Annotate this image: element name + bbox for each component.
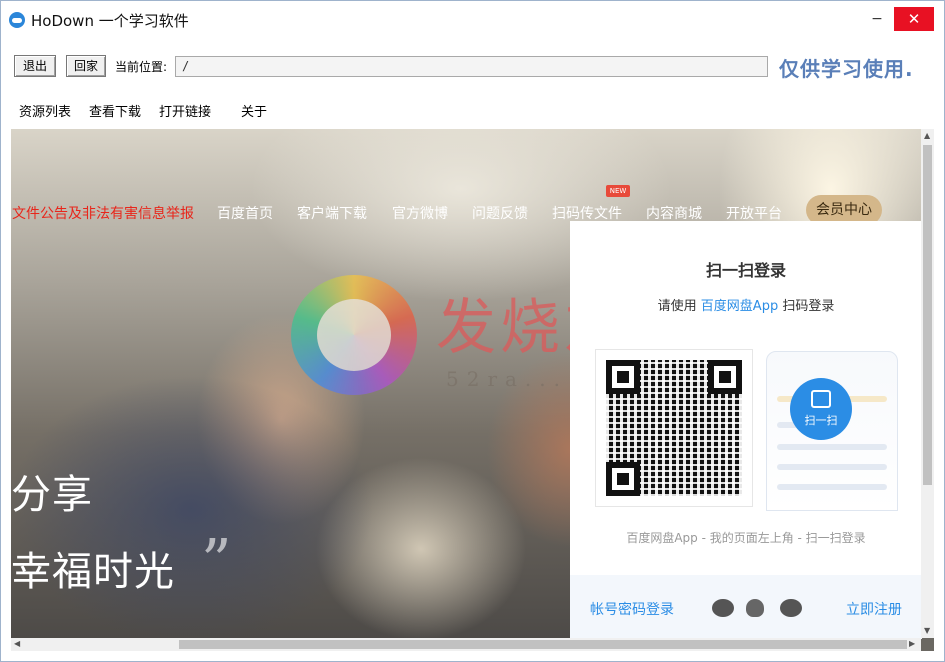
nav-official-weibo[interactable]: 官方微博 <box>392 203 448 223</box>
register-link[interactable]: 立即注册 <box>846 599 902 619</box>
vertical-scrollbar[interactable]: ▲ ▼ <box>921 129 934 638</box>
nav-report-link[interactable]: 文件公告及非法有害信息举报 <box>12 203 194 223</box>
login-bottom-bar: 帐号密码登录 立即注册 <box>570 575 922 639</box>
login-hint-prefix: 请使用 <box>657 299 701 314</box>
horizontal-scroll-thumb[interactable] <box>179 640 907 649</box>
nav-client-download[interactable]: 客户端下载 <box>297 203 367 223</box>
home-button[interactable]: 回家 <box>66 55 106 77</box>
scan-badge: 扫一扫 <box>790 378 852 440</box>
scan-label: 扫一扫 <box>804 414 838 427</box>
phone-row <box>777 464 887 470</box>
login-instructions: 百度网盘App - 我的页面左上角 - 扫一扫登录 <box>626 531 866 545</box>
login-hint-suffix: 扫码登录 <box>778 299 835 314</box>
web-view[interactable]: 文件公告及非法有害信息举报 百度首页 客户端下载 官方微博 问题反馈 扫码传文件… <box>11 129 934 651</box>
menu-open-link[interactable]: 打开链接 <box>159 101 211 120</box>
slogan-line1: 分享 <box>11 472 93 518</box>
scroll-down-icon[interactable]: ▼ <box>924 626 930 635</box>
wechat-icon[interactable] <box>780 599 802 617</box>
qr-finder <box>606 462 640 496</box>
phone-row <box>777 484 887 490</box>
quote-mark: ” <box>201 527 232 597</box>
app-window: HoDown 一个学习软件 − ✕ 退出 回家 当前位置: / 仅供学习使用. … <box>0 0 945 662</box>
account-login-link[interactable]: 帐号密码登录 <box>590 599 674 619</box>
menu-resource-list[interactable]: 资源列表 <box>19 101 71 120</box>
horizontal-scrollbar[interactable]: ◀ ▶ <box>11 638 921 651</box>
vertical-scroll-thumb[interactable] <box>923 145 932 485</box>
title-bar: HoDown 一个学习软件 − ✕ <box>1 1 944 39</box>
exit-button[interactable]: 退出 <box>14 55 56 77</box>
forum-logo-icon <box>291 275 417 395</box>
scroll-right-icon[interactable]: ▶ <box>909 639 915 648</box>
qr-finder <box>708 360 742 394</box>
window-title: HoDown 一个学习软件 <box>31 12 189 30</box>
nav-open-platform[interactable]: 开放平台 <box>726 203 782 223</box>
qr-code-box <box>595 349 753 507</box>
login-title: 扫一扫登录 <box>705 261 786 280</box>
qr-code-icon <box>606 360 742 496</box>
nav-feedback[interactable]: 问题反馈 <box>472 203 528 223</box>
login-hint: 请使用 百度网盘App 扫码登录 <box>570 295 922 314</box>
location-input[interactable]: / <box>175 56 768 77</box>
location-label: 当前位置: <box>115 60 168 74</box>
toolbar: 退出 回家 当前位置: / 仅供学习使用. 资源列表 查看下载 打开链接 关于 <box>1 39 944 125</box>
qr-finder <box>606 360 640 394</box>
menu-about[interactable]: 关于 <box>241 101 267 120</box>
login-panel: 扫一扫登录 请使用 百度网盘App 扫码登录 扫一扫 百度网盘App - 我的页… <box>570 221 922 639</box>
minimize-button[interactable]: − <box>867 9 887 29</box>
weibo-icon[interactable] <box>712 599 734 617</box>
scan-icon <box>811 390 831 408</box>
nav-baidu-home[interactable]: 百度首页 <box>217 203 273 223</box>
menu-view-downloads[interactable]: 查看下载 <box>89 101 141 120</box>
login-hint-app[interactable]: 百度网盘App <box>701 299 778 314</box>
app-cloud-icon <box>9 12 25 28</box>
new-badge: NEW <box>606 185 630 197</box>
slogan-line2: 幸福时光 <box>11 549 175 595</box>
scroll-left-icon[interactable]: ◀ <box>14 639 20 648</box>
study-notice: 仅供学习使用. <box>779 57 914 81</box>
close-button[interactable]: ✕ <box>894 7 934 31</box>
phone-row <box>777 444 887 450</box>
forum-watermark-sub: 52ra... <box>446 367 569 391</box>
nav-content-mall[interactable]: 内容商城 <box>646 203 702 223</box>
qq-icon[interactable] <box>746 599 764 617</box>
scroll-up-icon[interactable]: ▲ <box>924 131 930 140</box>
nav-scan-upload[interactable]: 扫码传文件 <box>552 203 622 223</box>
